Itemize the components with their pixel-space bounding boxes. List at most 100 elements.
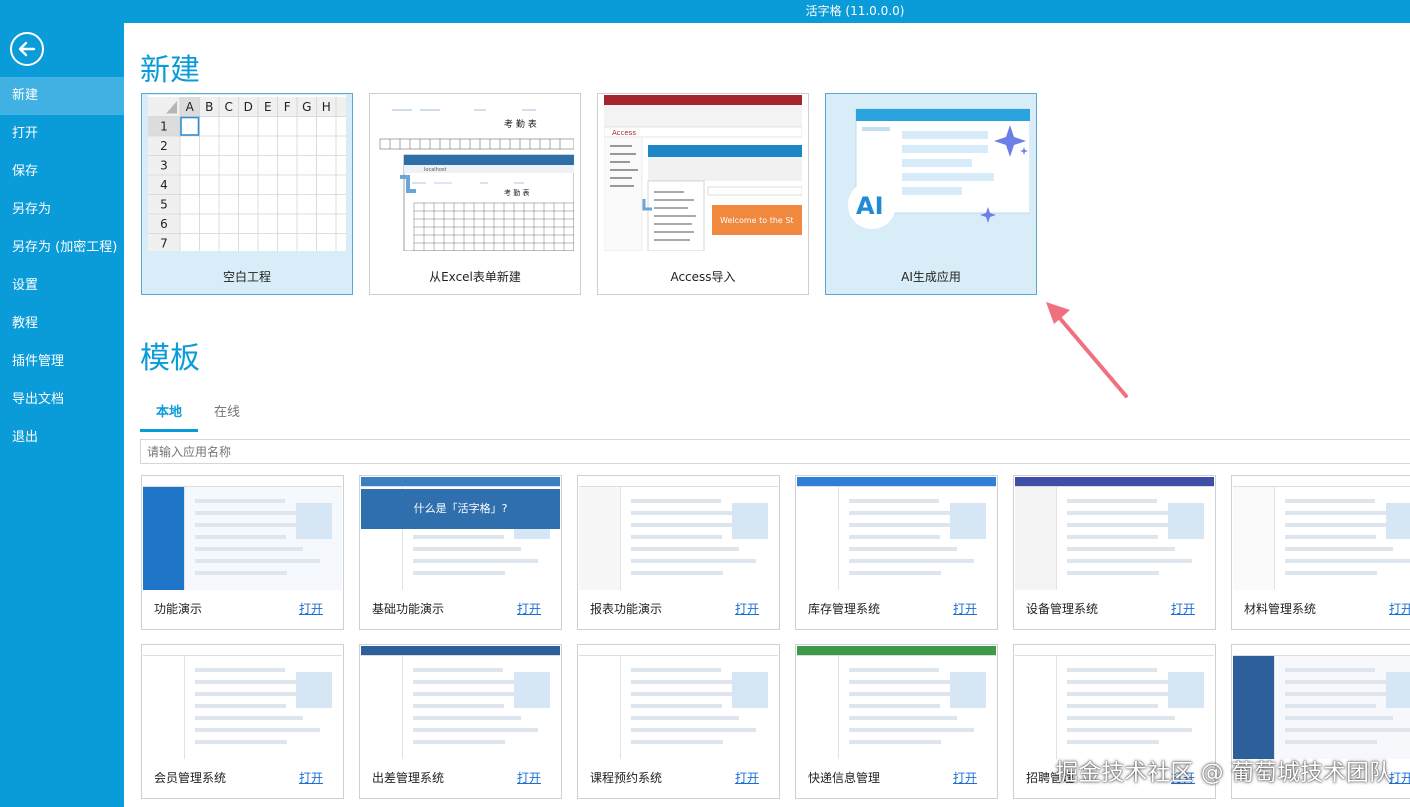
template-open-link[interactable]: 打开 xyxy=(1389,769,1410,786)
card-label: AI生成应用 xyxy=(901,270,961,284)
template-open-link[interactable]: 打开 xyxy=(1389,600,1410,617)
tab-local[interactable]: 本地 xyxy=(140,395,199,432)
template-card[interactable]: 功能演示 打开 xyxy=(141,475,344,630)
template-preview-image xyxy=(143,646,342,759)
template-open-link[interactable]: 打开 xyxy=(735,769,759,786)
template-open-link[interactable]: 打开 xyxy=(299,600,323,617)
grid-row-header: 6 xyxy=(160,217,168,231)
excel-thumb-url: localhost xyxy=(424,167,446,173)
access-thumb-app: Access xyxy=(612,129,636,137)
template-name: 设备管理系统 xyxy=(1026,602,1099,616)
template-name: 快递信息管理 xyxy=(808,771,881,785)
template-name: 课程预约系统 xyxy=(590,771,663,785)
template-preview-image: 什么是「活字格」? xyxy=(361,477,560,590)
sidebar-item-settings[interactable]: 设置 xyxy=(0,267,124,305)
template-preview-image xyxy=(1015,477,1214,590)
template-card[interactable]: 什么是「活字格」? 基础功能演示 打开 xyxy=(359,475,562,630)
excel-thumb-subtitle: 考 勤 表 xyxy=(504,188,529,197)
access-import-card[interactable]: Access Welcome to the St Access导入 xyxy=(597,93,809,295)
blank-project-card[interactable]: ABCDEFGH 1 2 3 4 5 6 7 空白工程 xyxy=(141,93,353,295)
access-window-preview: Access Welcome to the St xyxy=(604,95,802,251)
sidebar-item-new[interactable]: 新建 xyxy=(0,77,124,115)
template-name: 会员管理系统 xyxy=(154,771,227,785)
access-thumb-banner: Welcome to the St xyxy=(720,216,794,225)
template-preview-image xyxy=(361,646,560,759)
template-card[interactable]: 设备管理系统 打开 xyxy=(1013,475,1216,630)
template-open-link[interactable]: 打开 xyxy=(517,600,541,617)
grid-column-header: A xyxy=(186,100,195,114)
template-open-link[interactable]: 打开 xyxy=(299,769,323,786)
card-label: 从Excel表单新建 xyxy=(429,270,521,284)
sidebar-item-save[interactable]: 保存 xyxy=(0,153,124,191)
tab-online[interactable]: 在线 xyxy=(198,395,256,429)
template-name: 出差管理系统 xyxy=(372,771,445,785)
template-name: 功能演示 xyxy=(154,602,203,616)
arrow-left-icon xyxy=(18,41,36,57)
access-import-thumbnail: Access Welcome to the St xyxy=(604,95,802,251)
template-card[interactable]: 报表功能演示 打开 xyxy=(577,475,780,630)
template-card[interactable]: 课程预约系统 打开 xyxy=(577,644,780,799)
grid-column-header: C xyxy=(225,100,233,114)
sidebar-menu: 新建 打开 保存 另存为 另存为 (加密工程) 设置 教程 插件管理 导出文档 退出 xyxy=(0,77,124,457)
grid-row-header: 5 xyxy=(160,198,168,212)
watermark-text: 掘金技术社区 @ 葡萄城技术团队 xyxy=(1055,760,1392,786)
template-preview-image xyxy=(579,646,778,759)
ai-generate-thumbnail: AI xyxy=(832,95,1030,251)
grid-row-header: 4 xyxy=(160,178,168,192)
excel-new-card[interactable]: 考 勤 表 localhost 考 勤 表 从Excel表单新建 xyxy=(369,93,581,295)
template-tabs: 本地 在线 xyxy=(140,395,256,432)
template-banner: 什么是「活字格」? xyxy=(361,489,560,529)
grid-column-header: D xyxy=(244,100,253,114)
sidebar-item-export-doc[interactable]: 导出文档 xyxy=(0,381,124,419)
sidebar-item-tutorial[interactable]: 教程 xyxy=(0,305,124,343)
card-label: Access导入 xyxy=(670,270,736,284)
grid-column-header: H xyxy=(322,100,331,114)
sidebar-item-open[interactable]: 打开 xyxy=(0,115,124,153)
sidebar-item-save-as[interactable]: 另存为 xyxy=(0,191,124,229)
grid-column-header: G xyxy=(302,100,311,114)
blank-grid-thumbnail: ABCDEFGH 1 2 3 4 5 6 7 xyxy=(148,95,346,251)
ai-window-preview: AI xyxy=(848,108,1030,229)
template-card[interactable]: 会员管理系统 打开 xyxy=(141,644,344,799)
sidebar-item-save-as-encrypted[interactable]: 另存为 (加密工程) xyxy=(0,229,124,267)
template-open-link[interactable]: 打开 xyxy=(1171,600,1195,617)
template-name: 报表功能演示 xyxy=(590,602,663,616)
grid-row-header: 2 xyxy=(160,139,168,153)
grid-column-header: B xyxy=(205,100,213,114)
template-card[interactable]: 材料管理系统 打开 xyxy=(1231,475,1410,630)
template-open-link[interactable]: 打开 xyxy=(953,769,977,786)
grid-row-header: 7 xyxy=(160,237,168,251)
sidebar-item-plugins[interactable]: 插件管理 xyxy=(0,343,124,381)
grid-row-header: 1 xyxy=(160,120,168,134)
ai-generate-card[interactable]: AI AI生成应用 xyxy=(825,93,1037,295)
card-label: 空白工程 xyxy=(222,270,271,284)
main-panel: 新建 ABCDEFGH1234567 空白工程 考 勤 表 localhost … xyxy=(124,23,1410,807)
template-open-link[interactable]: 打开 xyxy=(953,600,977,617)
template-card[interactable]: 出差管理系统 打开 xyxy=(359,644,562,799)
grid-column-header: E xyxy=(264,100,272,114)
sidebar-item-exit[interactable]: 退出 xyxy=(0,419,124,457)
sidebar: 新建 打开 保存 另存为 另存为 (加密工程) 设置 教程 插件管理 导出文档 退出 xyxy=(0,23,124,807)
template-name: 材料管理系统 xyxy=(1244,602,1317,616)
spreadsheet-grid-preview: A B C D E F G H 1 2 3 4 5 6 7 xyxy=(148,95,346,251)
template-preview-image xyxy=(1233,646,1410,759)
template-card[interactable]: 快递信息管理 打开 xyxy=(795,644,998,799)
template-search-input[interactable] xyxy=(140,439,1410,464)
grid-row-header: 3 xyxy=(160,159,168,173)
template-preview-image xyxy=(1015,646,1214,759)
new-section-title: 新建 xyxy=(140,53,200,88)
template-name: 库存管理系统 xyxy=(808,602,881,616)
excel-form-preview: 考 勤 表 localhost 考 勤 表 xyxy=(376,95,574,251)
template-open-link[interactable]: 打开 xyxy=(735,600,759,617)
excel-form-thumbnail: 考 勤 表 localhost 考 勤 表 xyxy=(376,95,574,251)
template-preview-image xyxy=(797,477,996,590)
template-preview-image xyxy=(579,477,778,590)
back-button[interactable] xyxy=(10,32,44,66)
ai-thumb-text: AI xyxy=(856,192,884,220)
template-card[interactable]: 库存管理系统 打开 xyxy=(795,475,998,630)
template-preview-image xyxy=(1233,477,1410,590)
template-name: 基础功能演示 xyxy=(372,602,445,616)
annotation-arrow-icon xyxy=(1046,302,1128,398)
template-open-link[interactable]: 打开 xyxy=(517,769,541,786)
template-preview-image xyxy=(797,646,996,759)
